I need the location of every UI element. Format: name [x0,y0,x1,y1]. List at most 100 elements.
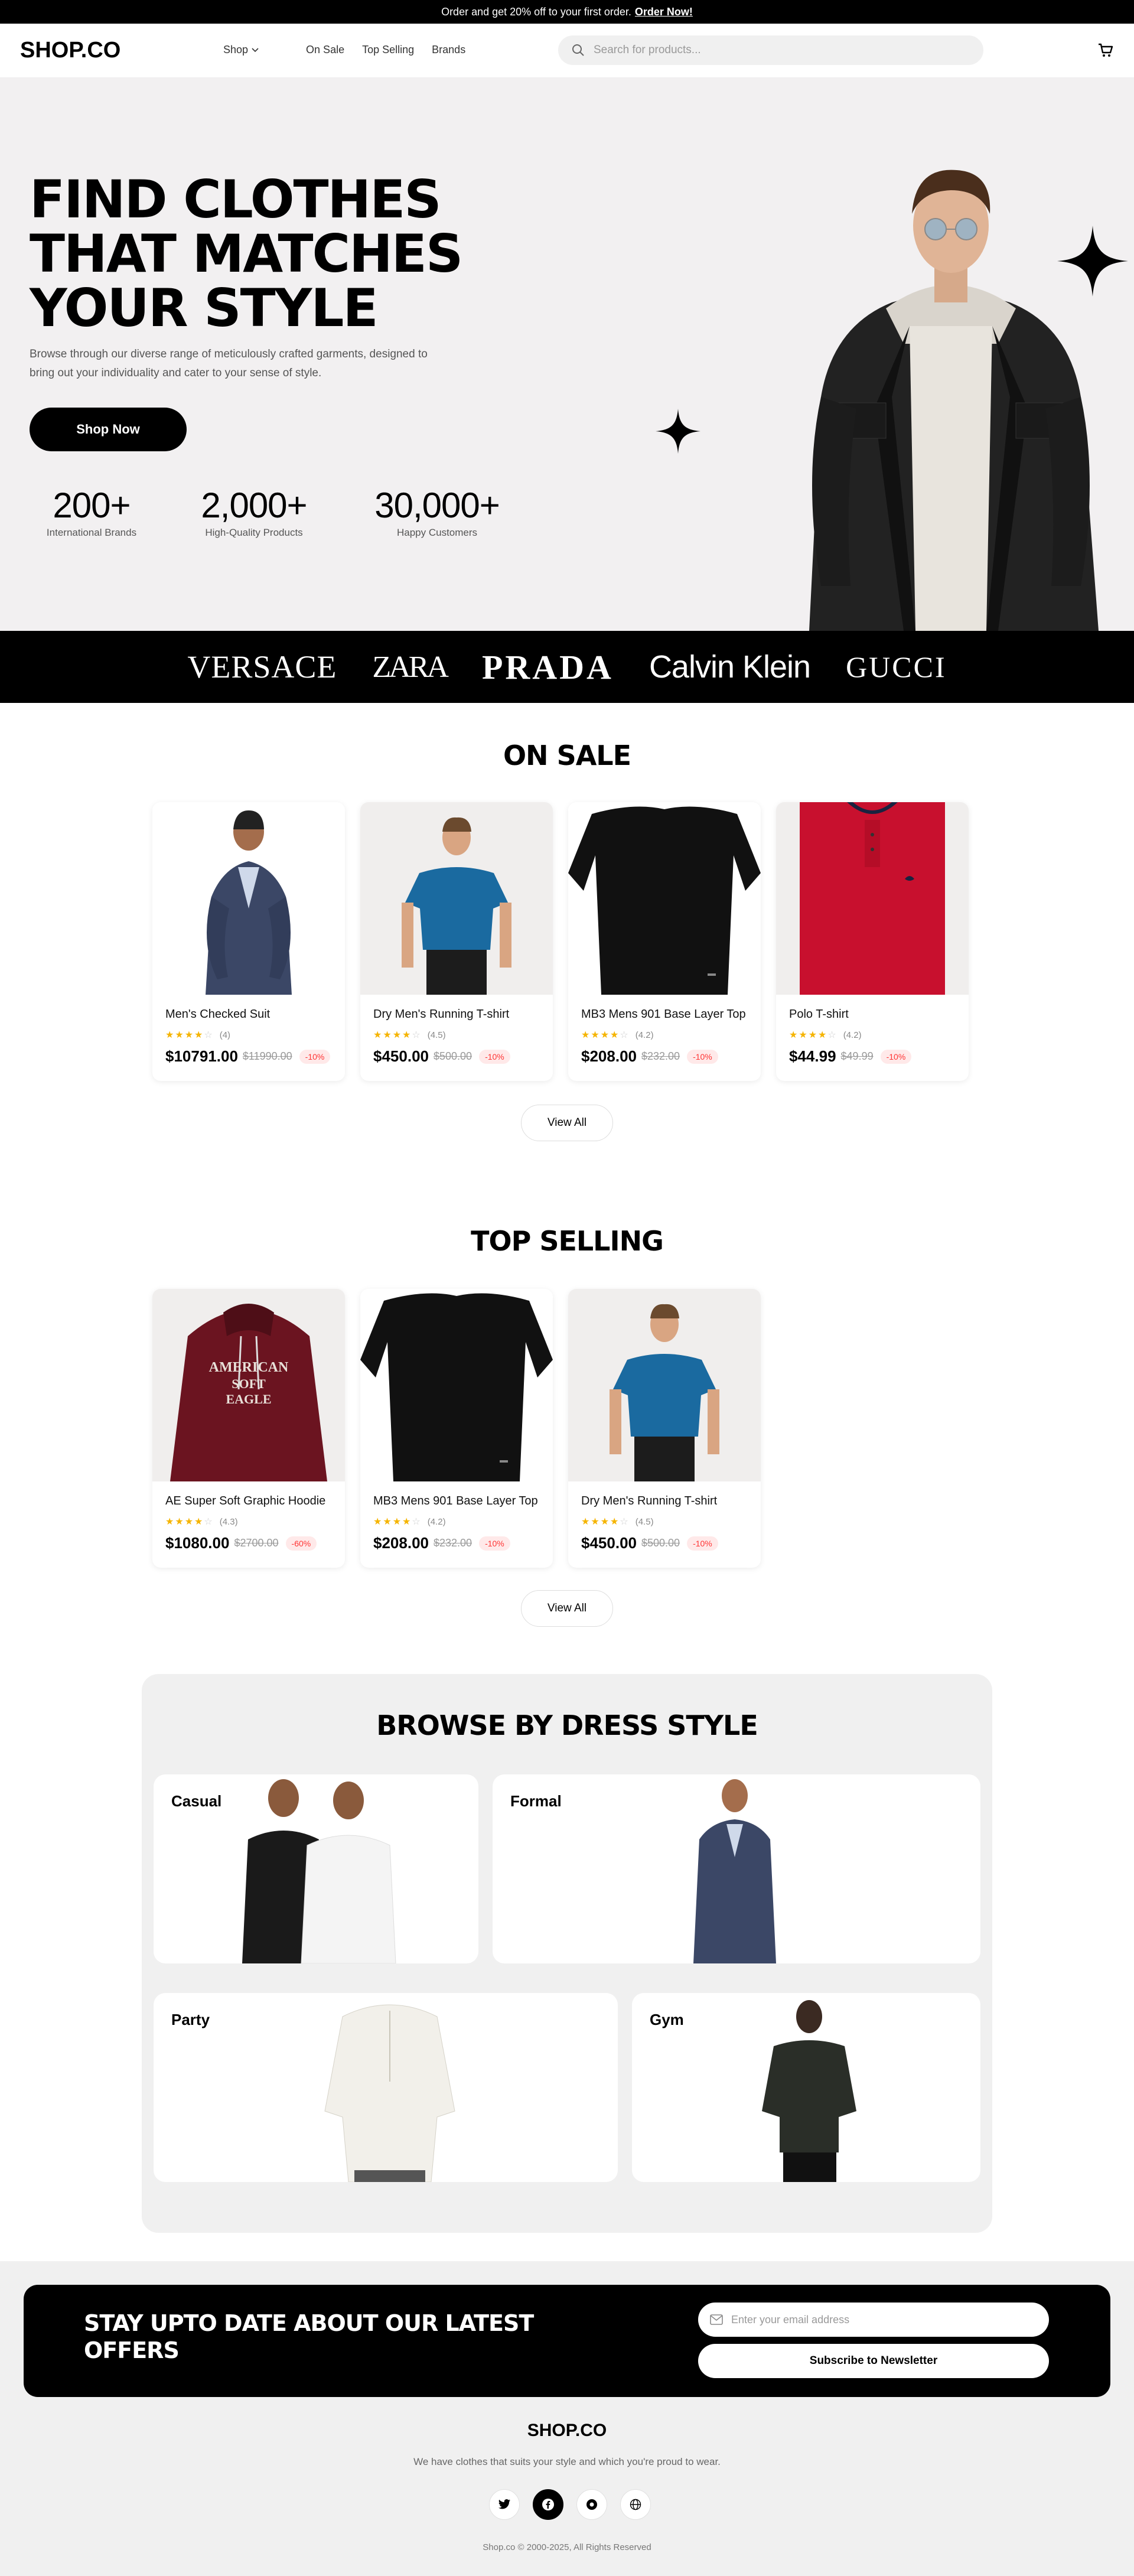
star-icon: ★ [591,1517,599,1527]
product-name: Men's Checked Suit [165,1008,271,1021]
product-rating: ★ ★ ★ ★ ☆ (4.5) [581,1516,654,1528]
rating-value: (4.3) [219,1516,238,1527]
product-image [568,1289,761,1481]
nav-brands[interactable]: Brands [432,44,465,56]
facebook-icon[interactable] [533,2489,563,2520]
brand-gucci[interactable]: GUCCI [846,650,947,684]
product-rating: ★ ★ ★ ★ ☆ (4.5) [373,1029,446,1041]
search-input[interactable] [594,44,948,57]
star-icon: ★ [610,1030,619,1040]
product-name: Dry Men's Running T-shirt [581,1494,718,1507]
price: $450.00 [581,1534,637,1552]
browse-by-style-section: BROWSE BY DRESS STYLE Casual Formal Part… [142,1674,992,2233]
brand-calvin-klein[interactable]: Calvin Klein [649,649,811,685]
product-rating: ★ ★ ★ ★ ☆ (4.2) [373,1516,446,1528]
top-selling-view-all-button[interactable]: View All [521,1590,613,1627]
chevron-down-icon [252,47,259,52]
product-image [152,802,345,995]
hero-title: FIND CLOTHES THAT MATCHES YOUR STYLE [30,172,561,336]
party-image [324,2004,455,2182]
style-card-gym[interactable]: Gym [632,1993,980,2182]
old-price: $232.00 [641,1050,680,1062]
order-now-link[interactable]: Order Now! [635,6,693,18]
product-image: AMERICAN SOFT EAGLE [152,1289,345,1481]
nav-top-selling[interactable]: Top Selling [362,44,414,56]
star-icon: ★ [383,1030,392,1040]
nav-shop-label: Shop [223,44,249,56]
star-icon: ★ [789,1030,798,1040]
star-icon: ★ [194,1030,203,1040]
suit-image [206,810,292,995]
product-prices: $208.00 $232.00 -10% [581,1047,718,1066]
product-card[interactable]: Dry Men's Running T-shirt ★ ★ ★ ★ ☆ (4.5) $4… [360,802,553,1081]
product-prices: $1080.00 $2700.00 -60% [165,1534,317,1552]
discount-badge: -10% [880,1049,912,1064]
rating-value: (4.5) [635,1516,654,1527]
newsletter-title-line-2: OFFERS [84,2337,180,2363]
star-icon: ★ [591,1030,599,1040]
product-card[interactable]: MB3 Mens 901 Base Layer Top ★ ★ ★ ★ ☆ (4.2) … [360,1289,553,1568]
rating-value: (4.2) [427,1516,446,1527]
product-card[interactable]: Men's Checked Suit ★ ★ ★ ★ ☆ (4) $10791.00 $… [152,802,345,1081]
logo[interactable]: SHOP.CO [20,38,120,63]
style-label: Formal [510,1792,562,1810]
style-card-party[interactable]: Party [154,1993,618,2182]
star-icon: ★ [600,1517,610,1527]
price: $450.00 [373,1047,429,1065]
style-card-formal[interactable]: Formal [493,1774,980,1963]
nav-shop[interactable]: Shop [223,44,259,56]
stat-customers: 30,000+ Happy Customers [348,486,526,539]
casual-image [242,1779,396,1963]
discount-badge: -10% [479,1536,510,1551]
mail-icon [710,2314,723,2325]
hero-description: Browse through our diverse range of meti… [30,348,428,379]
star-icon: ★ [175,1030,184,1040]
discount-badge: -60% [285,1536,317,1551]
subscribe-button[interactable]: Subscribe to Newsletter [698,2344,1049,2378]
style-label: Party [171,2011,210,2028]
stat-products: 2,000+ High-Quality Products [183,486,325,539]
on-sale-view-all-button[interactable]: View All [521,1105,613,1141]
nav-on-sale[interactable]: On Sale [306,44,344,56]
product-rating: ★ ★ ★ ★ ☆ (4.3) [165,1516,238,1528]
hero-model-image [809,170,1099,631]
product-card[interactable]: MB3 Mens 901 Base Layer Top ★ ★ ★ ★ ☆ (4.2) … [568,802,761,1081]
product-card[interactable]: Dry Men's Running T-shirt ★ ★ ★ ★ ☆ (4.5) $4… [568,1289,761,1568]
globe-icon[interactable] [620,2489,651,2520]
newsletter-email-input[interactable] [731,2313,1027,2326]
running-shirt-image [610,1304,719,1481]
brand-prada[interactable]: PRADA [482,647,614,687]
star-icon: ☆ [412,1517,421,1527]
star-icon: ★ [818,1030,827,1040]
product-image [776,802,969,995]
brand-versace[interactable]: VERSACE [187,649,337,685]
product-rating: ★ ★ ★ ★ ☆ (4.2) [581,1029,654,1041]
product-card[interactable]: Polo T-shirt ★ ★ ★ ★ ☆ (4.2) $44.99 $49.99 -… [776,802,969,1081]
brand-zara[interactable]: ZARA [372,650,449,685]
price: $208.00 [581,1047,637,1065]
footer-logo[interactable]: SHOP.CO [0,2421,1134,2441]
price: $44.99 [789,1047,836,1065]
style-label: Casual [171,1792,222,1810]
instagram-icon[interactable] [576,2489,607,2520]
svg-text:EAGLE: EAGLE [226,1392,271,1406]
star-icon: ★ [808,1030,817,1040]
hero-stats: 200+ International Brands 2,000+ High-Qu… [30,486,526,539]
product-image [568,802,761,995]
twitter-icon[interactable] [489,2489,520,2520]
search-bar [558,35,983,65]
product-card[interactable]: AMERICAN SOFT EAGLE AE Super Soft Graphi… [152,1289,345,1568]
style-card-casual[interactable]: Casual [154,1774,478,1963]
hero-title-line-2: THAT MATCHES [30,223,463,284]
newsletter-title: STAY UPTO DATE ABOUT OUR LATEST OFFERS [84,2310,592,2364]
star-icon: ★ [194,1517,203,1527]
svg-text:SOFT: SOFT [232,1376,266,1391]
cart-icon[interactable] [1097,41,1115,59]
old-price: $11990.00 [242,1050,292,1062]
star-icon: ☆ [620,1030,628,1040]
discount-badge: -10% [479,1049,510,1064]
star-icon: ☆ [827,1030,836,1040]
discount-badge: -10% [687,1049,718,1064]
product-prices: $208.00 $232.00 -10% [373,1534,510,1552]
shop-now-button[interactable]: Shop Now [30,408,187,451]
